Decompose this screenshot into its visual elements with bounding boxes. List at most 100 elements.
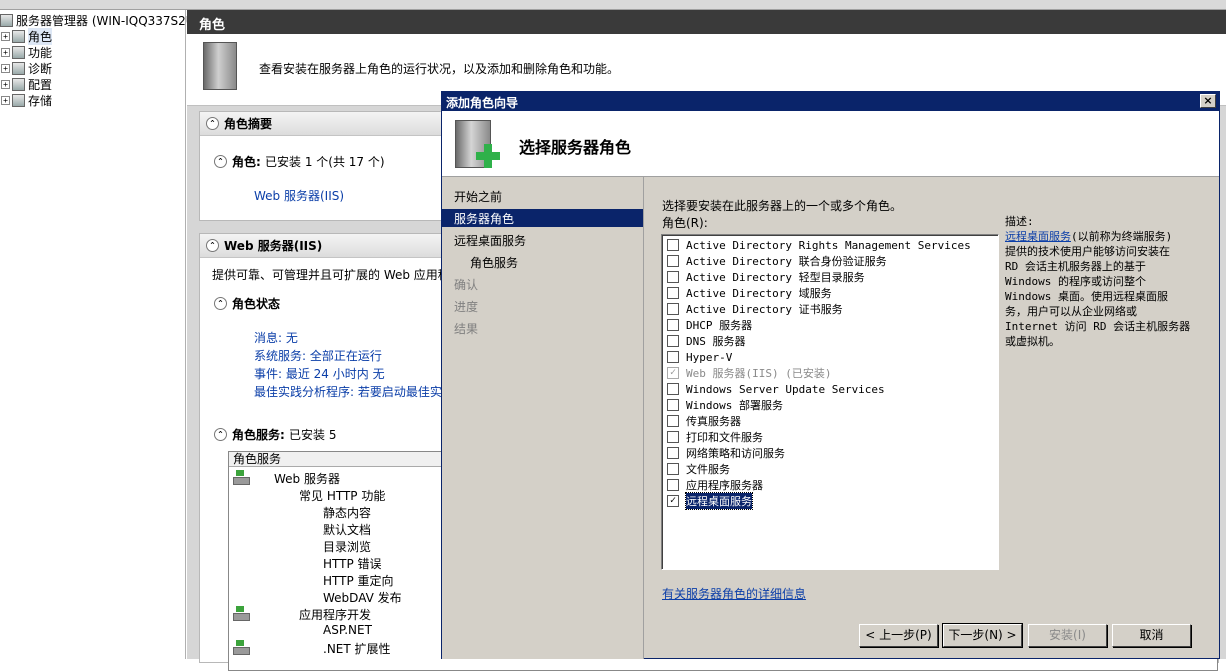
roles-count-header[interactable]: ⌃ 角色: 已安装 1 个(共 17 个) <box>214 153 385 170</box>
tree-item-4[interactable]: + 存储 <box>0 92 52 108</box>
grid-row[interactable]: Web 服务器 <box>274 470 340 487</box>
status-events[interactable]: 事件: 最近 24 小时内 无 <box>254 365 385 382</box>
role-label: 应用程序服务器 <box>686 479 763 492</box>
checkbox-icon[interactable] <box>667 415 679 427</box>
close-button[interactable]: × <box>1200 94 1216 108</box>
checkbox-icon[interactable] <box>667 319 679 331</box>
roles-list-label: 角色(R): <box>662 216 708 230</box>
storage-icon <box>12 93 25 107</box>
cancel-button[interactable]: 取消 <box>1112 624 1191 647</box>
checkbox-icon[interactable] <box>667 255 679 267</box>
wizard-step-0[interactable]: 开始之前 <box>442 187 643 205</box>
status-messages[interactable]: 消息: 无 <box>254 329 298 346</box>
grid-row[interactable]: ASP.NET <box>323 623 372 637</box>
checkbox-icon[interactable] <box>667 463 679 475</box>
grid-row[interactable]: 静态内容 <box>323 504 371 521</box>
web-server-role-link[interactable]: Web 服务器(IIS) <box>254 187 344 204</box>
tree-item-3[interactable]: + 配置 <box>0 76 52 92</box>
role-label: Active Directory 联合身份验证服务 <box>686 255 887 268</box>
description-line: 提供的技术使用户能够访问安装在 <box>1005 245 1170 258</box>
roles-listbox[interactable]: Active Directory Rights Management Servi… <box>661 234 999 570</box>
checkbox-icon[interactable] <box>667 383 679 395</box>
role-item[interactable]: 打印和文件服务 <box>667 429 763 445</box>
role-item[interactable]: 传真服务器 <box>667 413 741 429</box>
role-label: 传真服务器 <box>686 415 741 428</box>
role-item[interactable]: Active Directory 轻型目录服务 <box>667 269 865 285</box>
collapse-icon[interactable]: ⌃ <box>214 428 227 441</box>
dialog-title: 添加角色向导 <box>446 96 519 110</box>
wizard-header: 选择服务器角色 <box>442 111 1219 177</box>
tree-item-1[interactable]: + 功能 <box>0 44 52 60</box>
role-item[interactable]: DNS 服务器 <box>667 333 746 349</box>
status-services[interactable]: 系统服务: 全部正在运行 <box>254 347 382 364</box>
collapse-icon[interactable]: ⌃ <box>214 297 227 310</box>
configuration-icon <box>12 77 25 91</box>
role-services-title: 角色服务: <box>232 428 285 442</box>
role-item[interactable]: 文件服务 <box>667 461 730 477</box>
more-info-link[interactable]: 有关服务器角色的详细信息 <box>662 585 806 602</box>
role-item[interactable]: Active Directory 联合身份验证服务 <box>667 253 887 269</box>
description-line: 务，用户可以从企业网络或 <box>1005 305 1137 318</box>
grid-row[interactable]: 默认文档 <box>323 521 371 538</box>
expand-icon[interactable]: + <box>1 31 10 41</box>
wizard-step-2[interactable]: 远程桌面服务 <box>442 231 643 249</box>
role-item[interactable]: Hyper-V <box>667 349 732 365</box>
tree-root[interactable]: 服务器管理器 (WIN-IQQ337S2UC <box>0 12 203 28</box>
wizard-step-1[interactable]: 服务器角色 <box>442 209 643 227</box>
grid-row[interactable]: .NET 扩展性 <box>323 640 391 657</box>
grid-row[interactable]: 应用程序开发 <box>299 606 371 623</box>
checkbox-icon[interactable] <box>667 351 679 363</box>
role-services-header[interactable]: ⌃ 角色服务: 已安装 5 <box>214 426 336 443</box>
role-item[interactable]: ✓ Web 服务器(IIS) (已安装) <box>667 365 831 381</box>
role-item[interactable]: ✓ 远程桌面服务 <box>667 492 753 510</box>
checkbox-icon[interactable] <box>667 271 679 283</box>
next-button[interactable]: 下一步(N) > <box>942 623 1023 648</box>
dialog-titlebar[interactable]: 添加角色向导 × <box>442 92 1219 111</box>
checkbox-icon[interactable] <box>667 239 679 251</box>
collapse-icon[interactable]: ⌃ <box>214 155 227 168</box>
installed-role-icon <box>233 640 250 655</box>
collapse-icon[interactable]: ⌃ <box>206 239 219 252</box>
checkbox-icon[interactable] <box>667 303 679 315</box>
expand-icon[interactable]: + <box>1 63 10 73</box>
checkbox-checked-icon: ✓ <box>667 367 679 379</box>
expand-icon[interactable]: + <box>1 47 10 57</box>
expand-icon[interactable]: + <box>1 79 10 89</box>
checkbox-icon[interactable] <box>667 479 679 491</box>
install-button[interactable]: 安装(I) <box>1028 624 1107 647</box>
grid-row[interactable]: HTTP 重定向 <box>323 572 394 589</box>
grid-row[interactable]: 目录浏览 <box>323 538 371 555</box>
status-bpa[interactable]: 最佳实践分析程序: 若要启动最佳实 <box>254 383 442 400</box>
checkbox-icon[interactable] <box>667 447 679 459</box>
checkbox-icon[interactable] <box>667 335 679 347</box>
tree-item-0[interactable]: + 角色 <box>0 27 53 45</box>
tree-item-2[interactable]: + 诊断 <box>0 60 52 76</box>
role-label: Active Directory Rights Management Servi… <box>686 238 971 252</box>
role-item[interactable]: DHCP 服务器 <box>667 317 752 333</box>
grid-row[interactable]: HTTP 错误 <box>323 555 382 572</box>
role-item[interactable]: Windows Server Update Services <box>667 381 885 397</box>
description-role-link[interactable]: 远程桌面服务 <box>1005 230 1071 243</box>
grid-row[interactable]: 常见 HTTP 功能 <box>299 487 385 504</box>
back-button[interactable]: < 上一步(P) <box>859 624 938 647</box>
tree-item-label: 配置 <box>28 77 53 92</box>
top-toolbar <box>0 0 1226 10</box>
checkbox-icon[interactable] <box>667 431 679 443</box>
role-item[interactable]: Active Directory Rights Management Servi… <box>667 237 971 253</box>
role-item[interactable]: 应用程序服务器 <box>667 477 763 493</box>
role-item[interactable]: Active Directory 证书服务 <box>667 301 843 317</box>
role-item[interactable]: Active Directory 域服务 <box>667 285 832 301</box>
role-status-header[interactable]: ⌃ 角色状态 <box>214 295 280 312</box>
description-label: 描述: <box>1005 215 1034 228</box>
expand-icon[interactable]: + <box>1 95 10 105</box>
checkbox-icon[interactable] <box>667 399 679 411</box>
checkbox-checked-icon[interactable]: ✓ <box>667 495 679 507</box>
role-item[interactable]: 网络策略和访问服务 <box>667 445 785 461</box>
grid-row[interactable]: WebDAV 发布 <box>323 589 402 606</box>
wizard-step-3[interactable]: 角色服务 <box>442 253 643 271</box>
description-text: 远程桌面服务(以前称为终端服务) 提供的技术使用户能够访问安装在 RD 会话主机服务… <box>1005 229 1205 349</box>
checkbox-icon[interactable] <box>667 287 679 299</box>
role-item[interactable]: Windows 部署服务 <box>667 397 783 413</box>
web-server-description: 提供可靠、可管理并且可扩展的 Web 应用程 <box>212 268 450 282</box>
collapse-icon[interactable]: ⌃ <box>206 117 219 130</box>
